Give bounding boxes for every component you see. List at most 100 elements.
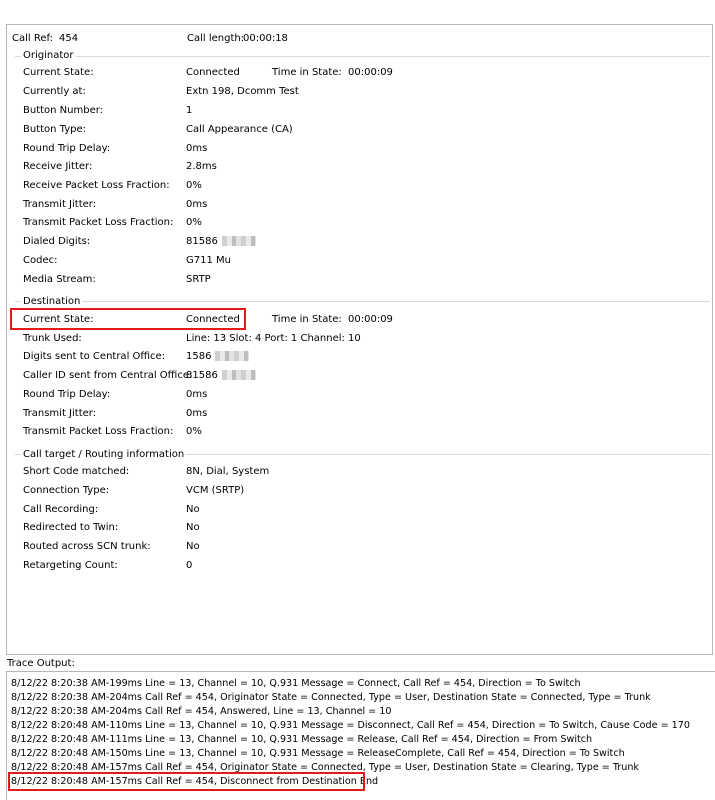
originator-receive-loss-row: Receive Packet Loss Fraction: 0%: [7, 178, 712, 194]
routing-redirected-value: No: [186, 522, 200, 533]
originator-current-state-value: Connected: [186, 67, 240, 78]
originator-transmit-loss-row: Transmit Packet Loss Fraction: 0%: [7, 215, 712, 231]
destination-round-trip-row: Round Trip Delay: 0ms: [7, 387, 712, 403]
originator-receive-jitter-label: Receive Jitter:: [23, 161, 93, 172]
originator-button-number-value: 1: [186, 105, 193, 116]
destination-time-in-state-label: Time in State:: [272, 314, 342, 325]
originator-round-trip-row: Round Trip Delay: 0ms: [7, 141, 712, 157]
redacted-digits: [221, 236, 256, 246]
current-state-highlight-box: [10, 308, 246, 330]
destination-digits-sent-value: 1586: [186, 349, 250, 365]
originator-transmit-jitter-row: Transmit Jitter: 0ms: [7, 197, 712, 213]
destination-caller-id-text: 81586: [186, 370, 218, 381]
destination-transmit-jitter-value: 0ms: [186, 408, 208, 419]
routing-routed-row: Routed across SCN trunk: No: [7, 539, 712, 555]
trace-line: 8/12/22 8:20:38 AM-199ms Line = 13, Chan…: [11, 678, 581, 689]
originator-codec-row: Codec: G711 Mu: [7, 253, 712, 269]
originator-time-in-state-label: Time in State:: [272, 67, 342, 78]
trace-line: 8/12/22 8:20:38 AM-204ms Call Ref = 454,…: [11, 692, 651, 703]
originator-button-number-label: Button Number:: [23, 105, 104, 116]
originator-currently-at-value: Extn 198, Dcomm Test: [186, 86, 299, 97]
call-header-row: Call Ref: 454 Call length: 00:00:18: [7, 31, 712, 47]
destination-caller-id-row: Caller ID sent from Central Office: 8158…: [7, 368, 712, 384]
call-details-panel: Call Ref: 454 Call length: 00:00:18 Orig…: [6, 24, 713, 655]
originator-transmit-loss-label: Transmit Packet Loss Fraction:: [23, 217, 174, 228]
call-length-value: 00:00:18: [243, 33, 288, 44]
routing-call-recording-value: No: [186, 504, 200, 515]
trace-line: 8/12/22 8:20:48 AM-150ms Line = 13, Chan…: [11, 748, 625, 759]
originator-current-state-row: Current State: Connected Time in State: …: [7, 65, 712, 81]
routing-call-recording-label: Call Recording:: [23, 504, 99, 515]
destination-caller-id-label: Caller ID sent from Central Office:: [23, 370, 193, 381]
originator-codec-value: G711 Mu: [186, 255, 231, 266]
originator-current-state-label: Current State:: [23, 67, 94, 78]
originator-dialed-digits-value: 81586: [186, 234, 256, 250]
routing-short-code-row: Short Code matched: 8N, Dial, System: [7, 464, 712, 480]
destination-digits-sent-text: 1586: [186, 351, 212, 362]
originator-receive-loss-label: Receive Packet Loss Fraction:: [23, 180, 170, 191]
routing-connection-type-label: Connection Type:: [23, 485, 110, 496]
redacted-digits: [215, 351, 250, 361]
routing-call-recording-row: Call Recording: No: [7, 502, 712, 518]
originator-receive-loss-value: 0%: [186, 180, 202, 191]
destination-round-trip-label: Round Trip Delay:: [23, 389, 111, 400]
routing-group-title: Call target / Routing information: [21, 448, 187, 462]
routing-retargeting-row: Retargeting Count: 0: [7, 558, 712, 574]
originator-button-number-row: Button Number: 1: [7, 103, 712, 119]
originator-button-type-label: Button Type:: [23, 124, 87, 135]
destination-group-title: Destination: [21, 295, 83, 309]
originator-round-trip-label: Round Trip Delay:: [23, 143, 111, 154]
routing-routed-value: No: [186, 541, 200, 552]
routing-connection-type-value: VCM (SRTP): [186, 485, 245, 496]
originator-dialed-digits-row: Dialed Digits: 81586: [7, 234, 712, 250]
destination-transmit-jitter-row: Transmit Jitter: 0ms: [7, 406, 712, 422]
originator-button-type-value: Call Appearance (CA): [186, 124, 293, 135]
routing-connection-type-row: Connection Type: VCM (SRTP): [7, 483, 712, 499]
originator-round-trip-value: 0ms: [186, 143, 208, 154]
originator-transmit-jitter-label: Transmit Jitter:: [23, 199, 97, 210]
routing-retargeting-value: 0: [186, 560, 193, 571]
originator-media-stream-value: SRTP: [186, 274, 211, 285]
originator-receive-jitter-row: Receive Jitter: 2.8ms: [7, 159, 712, 175]
originator-transmit-loss-value: 0%: [186, 217, 202, 228]
originator-currently-at-label: Currently at:: [23, 86, 86, 97]
call-length-label: Call length:: [187, 33, 245, 44]
routing-short-code-value: 8N, Dial, System: [186, 466, 270, 477]
originator-transmit-jitter-value: 0ms: [186, 199, 208, 210]
redacted-digits: [221, 370, 256, 380]
destination-transmit-loss-value: 0%: [186, 426, 202, 437]
trace-line: 8/12/22 8:20:48 AM-111ms Line = 13, Chan…: [11, 734, 593, 745]
trace-line: 8/12/22 8:20:48 AM-110ms Line = 13, Chan…: [11, 720, 690, 731]
destination-round-trip-value: 0ms: [186, 389, 208, 400]
destination-trunk-used-label: Trunk Used:: [23, 333, 82, 344]
originator-media-stream-label: Media Stream:: [23, 274, 96, 285]
call-ref-value: 454: [59, 33, 79, 44]
trace-line: 8/12/22 8:20:38 AM-204ms Call Ref = 454,…: [11, 706, 392, 717]
routing-routed-label: Routed across SCN trunk:: [23, 541, 151, 552]
routing-short-code-label: Short Code matched:: [23, 466, 130, 477]
trace-output-label: Trace Output:: [7, 658, 75, 669]
destination-transmit-loss-row: Transmit Packet Loss Fraction: 0%: [7, 424, 712, 440]
destination-digits-sent-label: Digits sent to Central Office:: [23, 351, 166, 362]
originator-time-in-state-value: 00:00:09: [348, 67, 393, 78]
trace-output-area[interactable]: 8/12/22 8:20:38 AM-199ms Line = 13, Chan…: [6, 671, 715, 800]
destination-time-in-state-value: 00:00:09: [348, 314, 393, 325]
originator-codec-label: Codec:: [23, 255, 58, 266]
routing-redirected-row: Redirected to Twin: No: [7, 520, 712, 536]
call-ref-label: Call Ref:: [12, 33, 54, 44]
originator-currently-at-row: Currently at: Extn 198, Dcomm Test: [7, 84, 712, 100]
originator-dialed-digits-label: Dialed Digits:: [23, 236, 91, 247]
routing-retargeting-label: Retargeting Count:: [23, 560, 118, 571]
originator-dialed-digits-text: 81586: [186, 236, 218, 247]
disconnect-highlight-box: [8, 772, 365, 791]
destination-digits-sent-row: Digits sent to Central Office: 1586: [7, 349, 712, 365]
routing-redirected-label: Redirected to Twin:: [23, 522, 119, 533]
destination-trunk-used-value: Line: 13 Slot: 4 Port: 1 Channel: 10: [186, 333, 361, 344]
destination-transmit-jitter-label: Transmit Jitter:: [23, 408, 97, 419]
originator-group-title: Originator: [21, 49, 76, 63]
destination-trunk-used-row: Trunk Used: Line: 13 Slot: 4 Port: 1 Cha…: [7, 331, 712, 347]
originator-receive-jitter-value: 2.8ms: [186, 161, 217, 172]
destination-transmit-loss-label: Transmit Packet Loss Fraction:: [23, 426, 174, 437]
destination-caller-id-value: 81586: [186, 368, 256, 384]
destination-group-rule: [15, 301, 710, 302]
